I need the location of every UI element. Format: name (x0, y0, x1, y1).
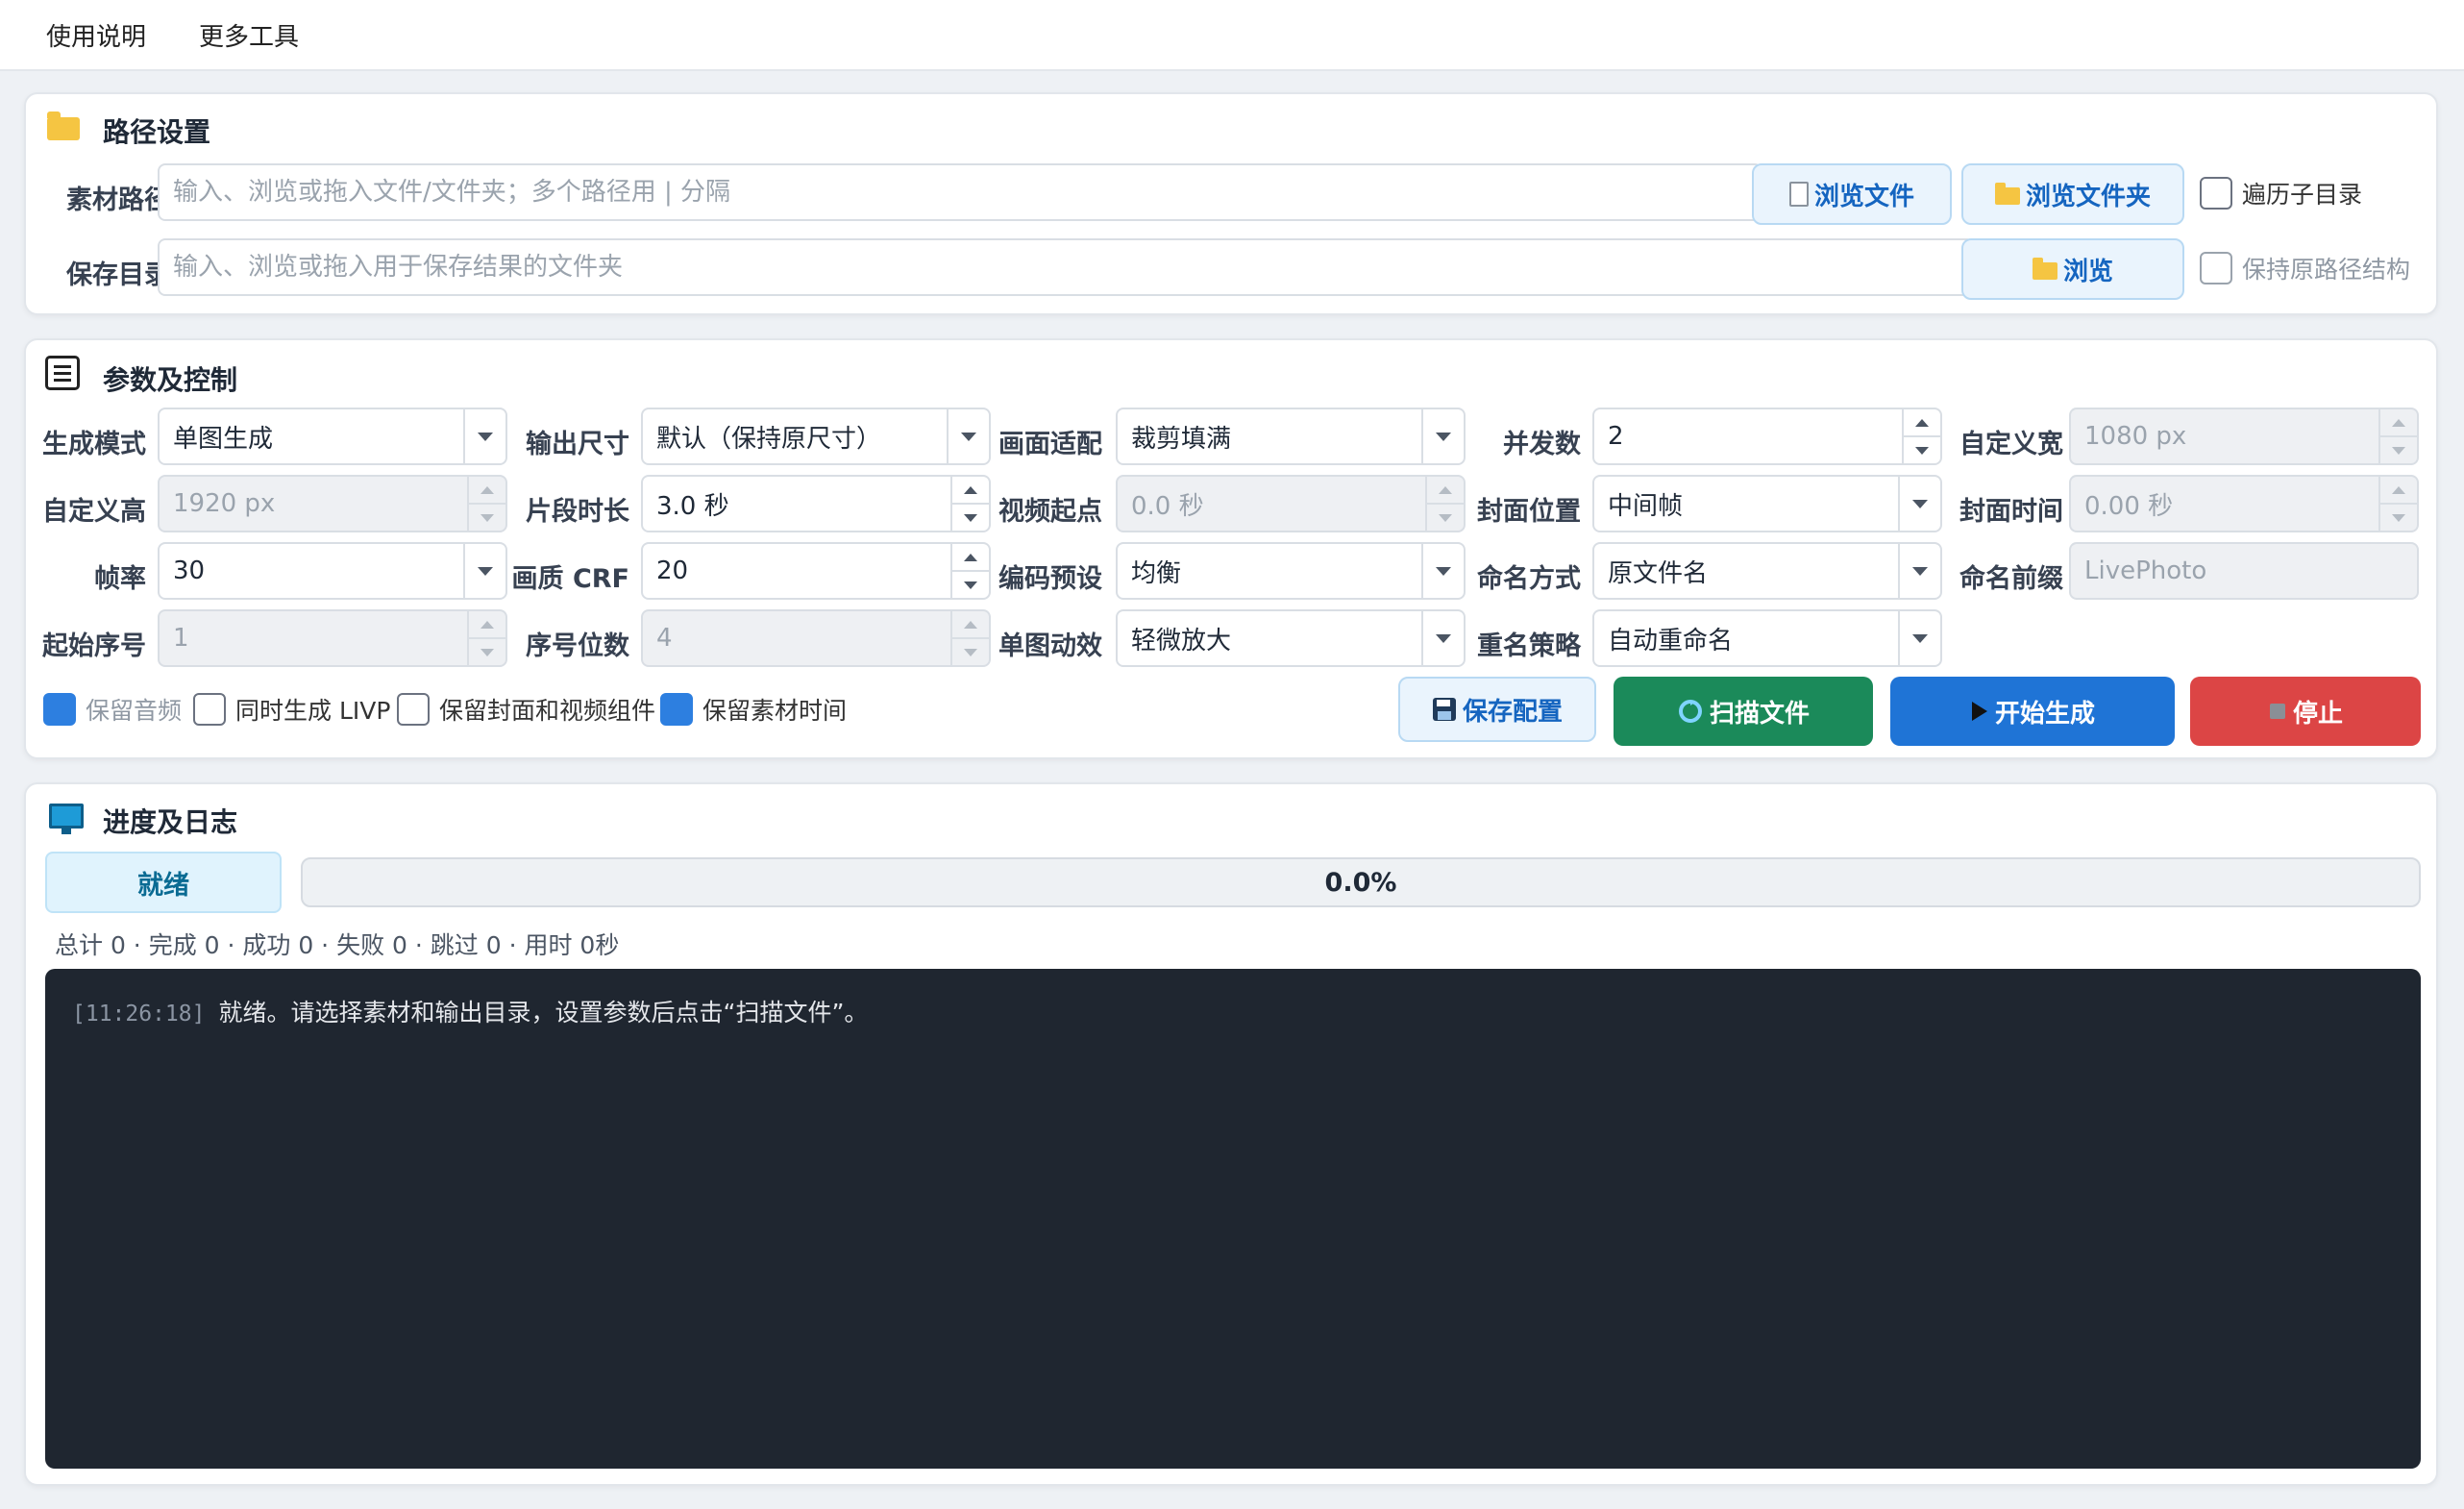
start-generate-button[interactable]: 开始生成 (1890, 677, 2175, 746)
start-index-spinbox[interactable]: 1 (158, 609, 507, 667)
stop-icon (2269, 704, 2285, 719)
keep-structure-checkbox[interactable]: 保持原路径结构 (2200, 251, 2410, 285)
custom-width-label: 自定义宽 (1959, 430, 2063, 459)
folder-icon (47, 111, 80, 140)
encode-preset-label: 编码预设 (998, 564, 1102, 594)
naming-combo[interactable]: 原文件名 (1592, 542, 1942, 600)
spin-down-icon[interactable] (2380, 435, 2417, 463)
progress-bar: 0.0% (301, 857, 2421, 907)
source-path-label: 素材路径 (66, 186, 170, 215)
progress-log-title: 进度及日志 (103, 806, 238, 838)
custom-height-spinbox[interactable]: 1920 px (158, 475, 507, 532)
params-card: 参数及控制 生成模式 单图生成 输出尺寸 默认（保持原尺寸） 画面适配 裁剪填满… (24, 338, 2438, 759)
keep-time-checkbox[interactable]: 保留素材时间 (660, 692, 847, 727)
checkbox-box[interactable] (2200, 252, 2232, 284)
play-icon (1971, 702, 1987, 721)
single-effect-label: 单图动效 (998, 631, 1102, 661)
custom-height-label: 自定义高 (42, 497, 146, 527)
monitor-icon (49, 804, 84, 834)
cover-position-label: 封面位置 (1477, 497, 1581, 527)
list-icon (45, 356, 80, 390)
crf-label: 画质 CRF (511, 564, 629, 594)
naming-label: 命名方式 (1477, 564, 1581, 594)
path-settings-card: 路径设置 素材路径 浏览文件 浏览文件夹 遍历子目录 保存目录 浏览 保持原路径… (24, 92, 2438, 315)
gen-mode-label: 生成模式 (42, 430, 146, 459)
output-size-combo[interactable]: 默认（保持原尺寸） (641, 408, 991, 465)
index-digits-spinbox[interactable]: 4 (641, 609, 991, 667)
menu-help[interactable]: 使用说明 (46, 17, 146, 53)
save-dir-input[interactable] (158, 238, 1974, 296)
path-settings-title: 路径设置 (103, 116, 211, 148)
floppy-disk-icon (1432, 698, 1456, 721)
frame-rate-label: 帧率 (94, 564, 146, 594)
checkbox-box[interactable] (397, 693, 430, 726)
name-prefix-input[interactable]: LivePhoto (2069, 542, 2419, 600)
progress-log-card: 进度及日志 就绪 0.0% 总计 0 · 完成 0 · 成功 0 · 失败 0 … (24, 782, 2438, 1486)
concurrency-label: 并发数 (1503, 430, 1581, 459)
output-size-label: 输出尺寸 (526, 430, 629, 459)
segment-duration-label: 片段时长 (526, 497, 629, 527)
checkbox-box[interactable] (660, 693, 693, 726)
stop-button[interactable]: 停止 (2190, 677, 2421, 746)
menu-bar: 使用说明 更多工具 (0, 0, 2464, 71)
menu-more-tools[interactable]: 更多工具 (199, 17, 299, 53)
spin-down-icon[interactable] (2380, 503, 2417, 531)
crf-spinbox[interactable]: 20 (641, 542, 991, 600)
spin-up-icon[interactable] (2380, 409, 2417, 435)
refresh-icon (1678, 700, 1702, 723)
video-start-spinbox[interactable]: 0.0 秒 (1116, 475, 1466, 532)
custom-width-spinbox[interactable]: 1080 px (2069, 408, 2419, 465)
concurrency-spinbox[interactable]: 2 (1592, 408, 1942, 465)
rename-policy-combo[interactable]: 自动重命名 (1592, 609, 1942, 667)
start-index-label: 起始序号 (42, 631, 146, 661)
log-message: 就绪。请选择素材和输出目录，设置参数后点击“扫描文件”。 (218, 999, 869, 1027)
single-effect-combo[interactable]: 轻微放大 (1116, 609, 1466, 667)
gen-mode-combo[interactable]: 单图生成 (158, 408, 507, 465)
fit-combo[interactable]: 裁剪填满 (1116, 408, 1466, 465)
folder-icon (1994, 183, 2020, 205)
encode-preset-combo[interactable]: 均衡 (1116, 542, 1466, 600)
cover-time-label: 封面时间 (1959, 497, 2063, 527)
browse-save-dir-button[interactable]: 浏览 (1961, 238, 2184, 300)
gen-livp-checkbox[interactable]: 同时生成 LIVP (193, 692, 390, 727)
checkbox-box[interactable] (2200, 177, 2232, 210)
stats-text: 总计 0 · 完成 0 · 成功 0 · 失败 0 · 跳过 0 · 用时 0秒 (55, 931, 620, 959)
segment-duration-spinbox[interactable]: 3.0 秒 (641, 475, 991, 532)
fit-label: 画面适配 (998, 430, 1102, 459)
browse-file-button[interactable]: 浏览文件 (1752, 163, 1952, 225)
rename-policy-label: 重名策略 (1477, 631, 1581, 661)
save-config-button[interactable]: 保存配置 (1398, 677, 1596, 742)
video-start-label: 视频起点 (998, 497, 1102, 527)
chevron-down-icon[interactable] (1898, 611, 1940, 665)
status-badge: 就绪 (45, 852, 282, 913)
source-path-input[interactable] (158, 163, 1762, 221)
spin-up-icon[interactable] (2380, 477, 2417, 503)
progress-text: 0.0% (1324, 867, 1397, 898)
file-icon (1788, 182, 1809, 207)
log-timestamp: [11:26:18] (72, 1002, 206, 1027)
browse-folder-button[interactable]: 浏览文件夹 (1961, 163, 2184, 225)
checkbox-box[interactable] (193, 693, 226, 726)
checkbox-box[interactable] (43, 693, 76, 726)
cover-time-spinbox[interactable]: 0.00 秒 (2069, 475, 2419, 532)
index-digits-label: 序号位数 (526, 631, 629, 661)
log-line: [11:26:18] 就绪。请选择素材和输出目录，设置参数后点击“扫描文件”。 (72, 994, 868, 1028)
scan-files-button[interactable]: 扫描文件 (1614, 677, 1873, 746)
keep-audio-checkbox[interactable]: 保留音频 (43, 692, 182, 727)
params-title: 参数及控制 (103, 364, 238, 396)
folder-icon (2032, 258, 2057, 280)
recurse-subdirs-checkbox[interactable]: 遍历子目录 (2200, 176, 2362, 210)
name-prefix-label: 命名前缀 (1959, 564, 2063, 594)
frame-rate-combo[interactable]: 30 (158, 542, 507, 600)
cover-position-combo[interactable]: 中间帧 (1592, 475, 1942, 532)
keep-components-checkbox[interactable]: 保留封面和视频组件 (397, 692, 655, 727)
log-panel[interactable]: [11:26:18] 就绪。请选择素材和输出目录，设置参数后点击“扫描文件”。 (45, 969, 2421, 1469)
save-dir-label: 保存目录 (66, 260, 170, 290)
